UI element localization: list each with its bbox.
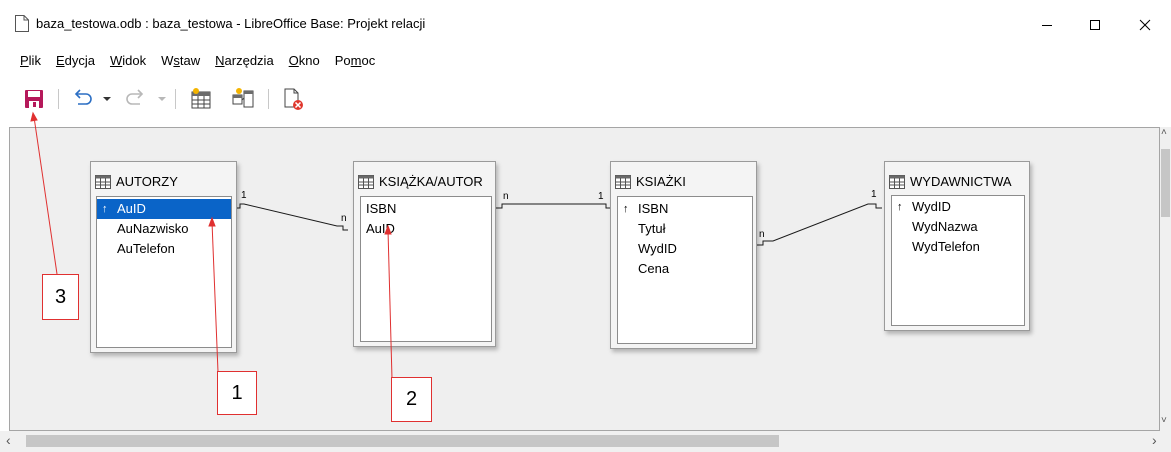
redo-dropdown-icon <box>158 97 166 101</box>
field-list[interactable]: ISBN AuID <box>360 196 492 342</box>
menu-widok[interactable]: Widok <box>102 49 153 73</box>
undo-icon <box>74 89 92 105</box>
scroll-down-icon[interactable]: ˅ <box>1161 415 1167 426</box>
field-row[interactable]: AuTelefon <box>97 239 231 259</box>
field-row[interactable]: Tytuł <box>618 219 752 239</box>
scroll-left-icon[interactable]: ‹ <box>6 432 11 448</box>
field-row[interactable]: AuNazwisko <box>97 219 231 239</box>
menu-narzedzia[interactable]: Narzędzia <box>207 49 281 73</box>
table-grid-icon <box>358 174 374 189</box>
minimize-icon <box>1042 25 1052 26</box>
toolbar-separator <box>175 89 176 109</box>
cardinality-label: n <box>503 191 509 202</box>
document-icon <box>15 15 29 32</box>
new-relation-icon <box>232 88 254 108</box>
field-row[interactable]: WydTelefon <box>892 237 1024 257</box>
toolbar-separator <box>268 89 269 109</box>
toolbar-separator <box>58 89 59 109</box>
delete-icon <box>284 88 303 110</box>
table-title: KSIĄŻKA/AUTOR <box>358 174 483 189</box>
field-list[interactable]: ↑ ISBN Tytuł WydID Cena <box>617 196 753 344</box>
menu-plik[interactable]: Plik <box>0 49 48 73</box>
menu-pomoc[interactable]: Pomoc <box>327 49 382 73</box>
annotation-callout-3: 3 <box>42 274 79 320</box>
annotation-callout-1: 1 <box>217 371 257 415</box>
title-bar: baza_testowa.odb : baza_testowa - LibreO… <box>0 0 1171 46</box>
field-row[interactable]: Cena <box>618 259 752 279</box>
undo-dropdown[interactable] <box>100 86 114 112</box>
maximize-icon <box>1090 20 1100 30</box>
cardinality-label: 1 <box>871 189 877 200</box>
cardinality-label: 1 <box>241 190 247 201</box>
field-row[interactable]: WydID <box>618 239 752 259</box>
toolbar <box>0 82 1171 116</box>
scroll-up-icon[interactable]: ˄ <box>1161 127 1167 138</box>
close-button[interactable] <box>1122 10 1168 40</box>
scroll-right-icon[interactable]: › <box>1152 432 1157 448</box>
save-button[interactable] <box>20 86 48 112</box>
primary-key-icon: ↑ <box>897 201 903 213</box>
window-title: baza_testowa.odb : baza_testowa - LibreO… <box>36 16 426 31</box>
undo-button[interactable] <box>66 86 98 112</box>
table-grid-icon <box>889 174 905 189</box>
table-grid-icon <box>615 174 631 189</box>
annotation-callout-2: 2 <box>391 377 432 422</box>
horizontal-scroll-thumb[interactable] <box>26 435 779 447</box>
menu-wstaw[interactable]: Wstaw <box>153 49 207 73</box>
close-icon <box>1139 19 1151 31</box>
field-row[interactable]: ↑ WydID <box>892 197 1024 217</box>
primary-key-icon: ↑ <box>102 203 108 215</box>
cardinality-label: 1 <box>598 191 604 202</box>
table-window-ksiazki[interactable]: KSIAŻKI ↑ ISBN Tytuł WydID Cena <box>610 161 757 349</box>
menu-okno[interactable]: Okno <box>281 49 327 73</box>
table-title: KSIAŻKI <box>615 174 686 189</box>
field-row[interactable]: ISBN <box>361 199 491 219</box>
vertical-scrollbar[interactable]: ˄ ˅ <box>1160 127 1171 431</box>
add-tables-icon <box>191 88 211 109</box>
table-window-autorzy[interactable]: AUTORZY ↑ AuID AuNazwisko AuTelefon <box>90 161 237 353</box>
field-list[interactable]: ↑ AuID AuNazwisko AuTelefon <box>96 196 232 348</box>
table-window-ksiazka-autor[interactable]: KSIĄŻKA/AUTOR ISBN AuID <box>353 161 496 347</box>
minimize-button[interactable] <box>1024 10 1070 40</box>
menu-bar: Plik Edycja Widok Wstaw Narzędzia Okno P… <box>0 49 382 73</box>
field-list[interactable]: ↑ WydID WydNazwa WydTelefon <box>891 195 1025 326</box>
add-tables-button[interactable] <box>186 86 216 112</box>
delete-button[interactable] <box>278 86 308 112</box>
save-icon <box>25 90 43 108</box>
undo-dropdown-icon <box>103 97 111 101</box>
field-row[interactable]: WydNazwa <box>892 217 1024 237</box>
cardinality-label: n <box>341 213 347 224</box>
menu-edycja[interactable]: Edycja <box>48 49 102 73</box>
redo-icon <box>126 89 144 105</box>
table-window-wydawnictwa[interactable]: WYDAWNICTWA ↑ WydID WydNazwa WydTelefon <box>884 161 1030 331</box>
table-title: AUTORZY <box>95 174 178 189</box>
field-row[interactable]: ↑ AuID <box>97 199 231 219</box>
maximize-button[interactable] <box>1072 10 1118 40</box>
primary-key-icon: ↑ <box>623 203 629 215</box>
new-relation-button[interactable] <box>228 86 258 112</box>
redo-button[interactable] <box>120 86 152 112</box>
table-grid-icon <box>95 174 111 189</box>
table-title: WYDAWNICTWA <box>889 174 1012 189</box>
horizontal-scrollbar[interactable]: ‹ › <box>0 431 1171 452</box>
field-row[interactable]: ↑ ISBN <box>618 199 752 219</box>
field-row[interactable]: AuID <box>361 219 491 239</box>
redo-dropdown[interactable] <box>155 86 169 112</box>
vertical-scroll-thumb[interactable] <box>1161 149 1170 217</box>
cardinality-label: n <box>759 229 765 240</box>
